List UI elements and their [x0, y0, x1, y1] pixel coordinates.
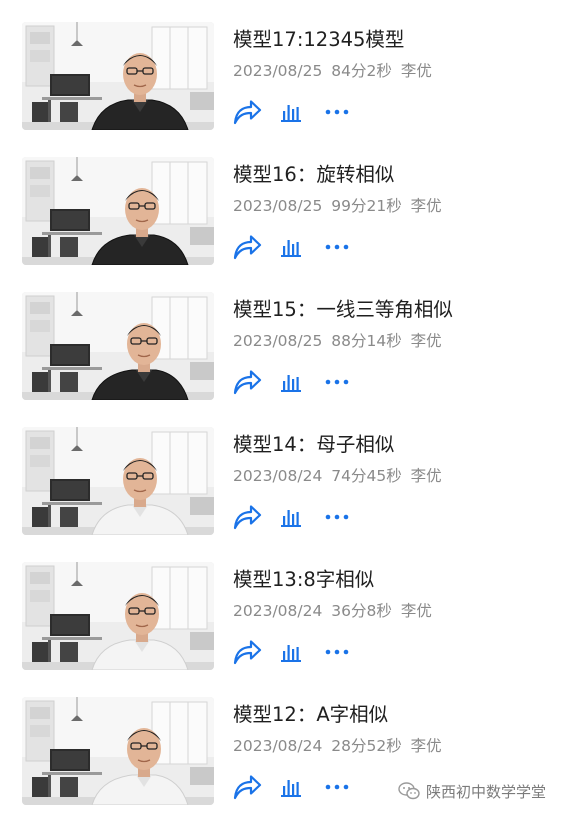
video-meta: 2023/08/25 88分14秒 李优 [233, 330, 442, 352]
stats-button[interactable] [280, 233, 304, 261]
share-button[interactable] [232, 368, 262, 396]
bar-chart-icon [280, 506, 302, 528]
video-thumbnail[interactable] [22, 427, 214, 535]
bar-chart-icon [280, 101, 302, 123]
more-dots-icon [324, 648, 350, 656]
more-dots-icon [324, 378, 350, 386]
action-bar [232, 638, 372, 666]
video-title[interactable]: 模型17:12345模型 [233, 27, 404, 53]
video-date: 2023/08/24 [233, 467, 323, 485]
list-item[interactable]: 模型16：旋转相似 2023/08/25 99分21秒 李优 [0, 135, 562, 270]
share-button[interactable] [232, 638, 262, 666]
video-list: 模型17:12345模型 2023/08/25 84分2秒 李优 模型16：旋转… [0, 0, 562, 819]
share-arrow-icon [232, 368, 262, 396]
video-thumbnail[interactable] [22, 562, 214, 670]
video-title[interactable]: 模型13:8字相似 [233, 567, 374, 593]
stats-button[interactable] [280, 638, 304, 666]
action-bar [232, 773, 372, 801]
share-button[interactable] [232, 503, 262, 531]
more-button[interactable] [324, 773, 350, 801]
stats-button[interactable] [280, 503, 304, 531]
video-author: 李优 [410, 737, 442, 755]
video-meta: 2023/08/25 99分21秒 李优 [233, 195, 442, 217]
video-author: 李优 [400, 602, 432, 620]
more-button[interactable] [324, 638, 350, 666]
video-title[interactable]: 模型12：A字相似 [233, 702, 388, 728]
list-item[interactable]: 模型15：一线三等角相似 2023/08/25 88分14秒 李优 [0, 270, 562, 405]
video-author: 李优 [410, 197, 442, 215]
share-arrow-icon [232, 773, 262, 801]
video-duration: 99分21秒 [331, 197, 402, 215]
more-dots-icon [324, 108, 350, 116]
share-button[interactable] [232, 98, 262, 126]
video-meta: 2023/08/24 36分8秒 李优 [233, 600, 432, 622]
video-title[interactable]: 模型16：旋转相似 [233, 162, 394, 188]
video-thumbnail[interactable] [22, 292, 214, 400]
video-author: 李优 [410, 467, 442, 485]
video-title[interactable]: 模型14：母子相似 [233, 432, 394, 458]
action-bar [232, 233, 372, 261]
more-button[interactable] [324, 98, 350, 126]
video-duration: 84分2秒 [331, 62, 392, 80]
video-duration: 74分45秒 [331, 467, 402, 485]
stats-button[interactable] [280, 368, 304, 396]
list-item[interactable]: 模型13:8字相似 2023/08/24 36分8秒 李优 [0, 540, 562, 675]
list-item[interactable]: 模型14：母子相似 2023/08/24 74分45秒 李优 [0, 405, 562, 540]
action-bar [232, 368, 372, 396]
video-date: 2023/08/25 [233, 62, 323, 80]
video-meta: 2023/08/25 84分2秒 李优 [233, 60, 432, 82]
video-thumbnail[interactable] [22, 22, 214, 130]
more-dots-icon [324, 783, 350, 791]
watermark-text: 陕西初中数学学堂 [425, 782, 546, 801]
video-date: 2023/08/24 [233, 737, 323, 755]
video-author: 李优 [400, 62, 432, 80]
watermark: 陕西初中数学学堂 [398, 780, 546, 802]
video-title[interactable]: 模型15：一线三等角相似 [233, 297, 453, 323]
video-thumbnail[interactable] [22, 157, 214, 265]
stats-button[interactable] [280, 773, 304, 801]
more-button[interactable] [324, 368, 350, 396]
video-duration: 36分8秒 [331, 602, 392, 620]
video-duration: 88分14秒 [331, 332, 402, 350]
share-button[interactable] [232, 233, 262, 261]
video-author: 李优 [410, 332, 442, 350]
share-arrow-icon [232, 638, 262, 666]
share-arrow-icon [232, 233, 262, 261]
video-duration: 28分52秒 [331, 737, 402, 755]
action-bar [232, 503, 372, 531]
list-item[interactable]: 模型17:12345模型 2023/08/25 84分2秒 李优 [0, 0, 562, 135]
action-bar [232, 98, 372, 126]
bar-chart-icon [280, 236, 302, 258]
stats-button[interactable] [280, 98, 304, 126]
video-date: 2023/08/24 [233, 602, 323, 620]
video-meta: 2023/08/24 74分45秒 李优 [233, 465, 442, 487]
wechat-icon [398, 782, 420, 800]
bar-chart-icon [280, 371, 302, 393]
more-button[interactable] [324, 503, 350, 531]
more-button[interactable] [324, 233, 350, 261]
video-meta: 2023/08/24 28分52秒 李优 [233, 735, 442, 757]
share-arrow-icon [232, 503, 262, 531]
share-arrow-icon [232, 98, 262, 126]
bar-chart-icon [280, 776, 302, 798]
bar-chart-icon [280, 641, 302, 663]
more-dots-icon [324, 243, 350, 251]
share-button[interactable] [232, 773, 262, 801]
video-date: 2023/08/25 [233, 197, 323, 215]
more-dots-icon [324, 513, 350, 521]
video-date: 2023/08/25 [233, 332, 323, 350]
video-thumbnail[interactable] [22, 697, 214, 805]
